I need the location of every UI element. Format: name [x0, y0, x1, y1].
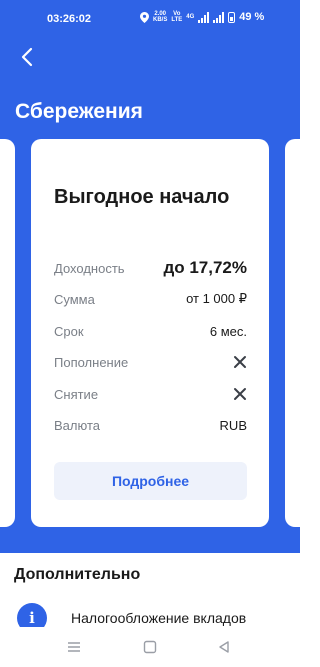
row-withdrawal: Снятие [54, 384, 247, 404]
status-time: 03:26:02 [47, 13, 92, 25]
row-value: до 17,72% [163, 258, 247, 277]
battery-level: 49 % [239, 11, 265, 23]
row-label: Доходность [54, 260, 125, 276]
row-amount: Сумма от 1 000 ₽ [54, 289, 247, 309]
list-item-label: Налогообложение вкладов [71, 610, 247, 626]
row-value: 6 мес. [209, 323, 247, 339]
row-value: RUB [219, 417, 247, 433]
close-icon [234, 356, 246, 368]
previous-card-peek[interactable] [0, 139, 15, 527]
signal-icon-2 [213, 11, 225, 23]
network-speed: 2.00 KB/S [153, 11, 167, 23]
back-button[interactable] [14, 44, 40, 70]
battery-icon [228, 11, 236, 23]
close-icon [234, 388, 246, 400]
menu-icon [68, 642, 80, 652]
back-triangle-icon [219, 641, 229, 653]
row-label: Валюта [54, 417, 100, 433]
system-nav-bar [0, 627, 300, 667]
signal-icon [198, 11, 210, 23]
network-speed-unit: KB/S [153, 17, 168, 23]
row-value: от 1 000 ₽ [186, 291, 247, 306]
row-term: Срок 6 мес. [54, 321, 247, 341]
row-yield: Доходность до 17,72% [54, 258, 247, 278]
row-label: Сумма [54, 291, 95, 307]
savings-product-card[interactable]: Выгодное начало Доходность до 17,72% Сум… [31, 139, 269, 527]
home-icon [143, 640, 157, 654]
status-icons: 2.00 KB/S Vo LTE 4G 49 % [140, 11, 264, 23]
home-button[interactable] [142, 639, 158, 655]
status-bar: 03:26:02 2.00 KB/S Vo LTE 4G 49 % [0, 0, 300, 38]
volte-indicator: Vo LTE [171, 11, 182, 23]
details-button[interactable]: Подробнее [54, 462, 247, 500]
location-icon [140, 11, 149, 23]
row-label: Пополнение [54, 354, 129, 370]
chevron-left-icon [21, 47, 33, 67]
row-label: Срок [54, 323, 84, 339]
signal-tech: 4G [186, 14, 195, 20]
volte-bottom: LTE [171, 17, 183, 23]
recent-apps-button[interactable] [66, 639, 82, 655]
row-currency: Валюта RUB [54, 415, 247, 435]
page-title: Сбережения [15, 100, 143, 123]
card-title: Выгодное начало [54, 186, 230, 208]
system-back-button[interactable] [216, 639, 232, 655]
section-title-additional: Дополнительно [14, 566, 141, 583]
row-top-up: Пополнение [54, 352, 247, 372]
next-card-peek[interactable] [285, 139, 315, 527]
row-label: Снятие [54, 386, 99, 402]
